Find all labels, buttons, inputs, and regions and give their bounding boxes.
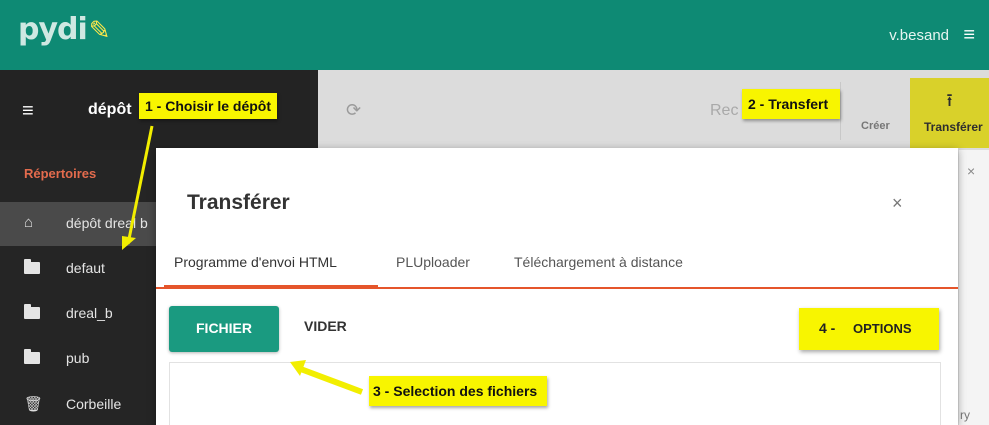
app-logo[interactable]: pydi✎ (18, 12, 111, 47)
create-button[interactable]: Créer (840, 82, 906, 140)
refresh-icon[interactable]: ⟳ (346, 100, 361, 121)
sidebar-header: Répertoires (24, 166, 97, 181)
toolbar: ⟳ Rec Créer ⭱ Transférer (318, 70, 989, 150)
active-tab-indicator (164, 285, 378, 288)
tab-remote-download[interactable]: Téléchargement à distance (514, 254, 683, 270)
hamburger-menu-icon[interactable]: ≡ (22, 100, 34, 123)
transfer-button-label: Transférer (924, 120, 983, 134)
sidebar-item-dreal-b[interactable]: dreal_b (0, 292, 158, 336)
clear-button[interactable]: VIDER (304, 318, 347, 334)
folder-icon (24, 259, 40, 274)
options-number: 4 - (819, 320, 836, 336)
user-menu-icon[interactable]: ≡ (963, 25, 975, 45)
choose-file-label: FICHIER (196, 320, 252, 336)
sidebar-item-label: Corbeille (66, 396, 122, 412)
tab-html-upload[interactable]: Programme d'envoi HTML (174, 254, 337, 270)
backdrop-close-icon[interactable]: × (967, 163, 975, 179)
annotation-transfer: 2 - Transfert (742, 89, 841, 119)
sidebar-item-corbeille[interactable]: 🗑 Corbeille (0, 383, 158, 425)
logo-pen-icon: ✎ (88, 16, 111, 46)
annotation-choose-depot: 1 - Choisir le dépôt (139, 93, 278, 119)
folder-icon (24, 349, 40, 364)
dialog-title: Transférer (187, 191, 290, 214)
sidebar-item-label: dreal_b (66, 305, 113, 321)
options-label: OPTIONS (853, 321, 912, 336)
create-label: Créer (861, 120, 890, 132)
sidebar-item-label: defaut (66, 260, 105, 276)
sidebar-item-defaut[interactable]: defaut (0, 247, 158, 291)
close-icon[interactable]: × (892, 193, 903, 214)
choose-file-button[interactable]: FICHIER (169, 306, 279, 352)
home-icon: ⌂ (24, 214, 34, 231)
search-label: Rec (710, 102, 739, 119)
sidebar: Répertoires ⌂ dépôt dreal b defaut dreal… (0, 150, 158, 425)
transfer-button[interactable]: ⭱ Transférer (910, 78, 989, 148)
sidebar-item-label: pub (66, 350, 90, 366)
tab-pluploader[interactable]: PLUploader (396, 254, 470, 270)
folder-icon (24, 304, 40, 319)
upload-icon: ⭱ (946, 90, 953, 110)
sidebar-item-label: dépôt dreal b (66, 215, 148, 231)
sidebar-item-pub[interactable]: pub (0, 337, 158, 381)
logo-text: pydi (18, 12, 88, 47)
trash-icon: 🗑 (24, 396, 44, 413)
backdrop-text: ry (960, 408, 970, 422)
annotation-select-files: 3 - Selection des fichiers (369, 376, 548, 406)
top-bar: pydi✎ v.besand ≡ (0, 0, 989, 70)
file-drop-zone[interactable] (169, 362, 941, 425)
transfer-dialog: Transférer × Programme d'envoi HTML PLUp… (156, 148, 958, 425)
depot-selector[interactable]: dépôt (88, 101, 132, 119)
backdrop-panel (958, 150, 989, 425)
dialog-tabs: Programme d'envoi HTML PLUploader Téléch… (156, 240, 958, 289)
sidebar-item-depot[interactable]: ⌂ dépôt dreal b (0, 202, 158, 246)
user-name[interactable]: v.besand (889, 27, 949, 44)
options-button[interactable]: 4 - OPTIONS (799, 308, 939, 350)
